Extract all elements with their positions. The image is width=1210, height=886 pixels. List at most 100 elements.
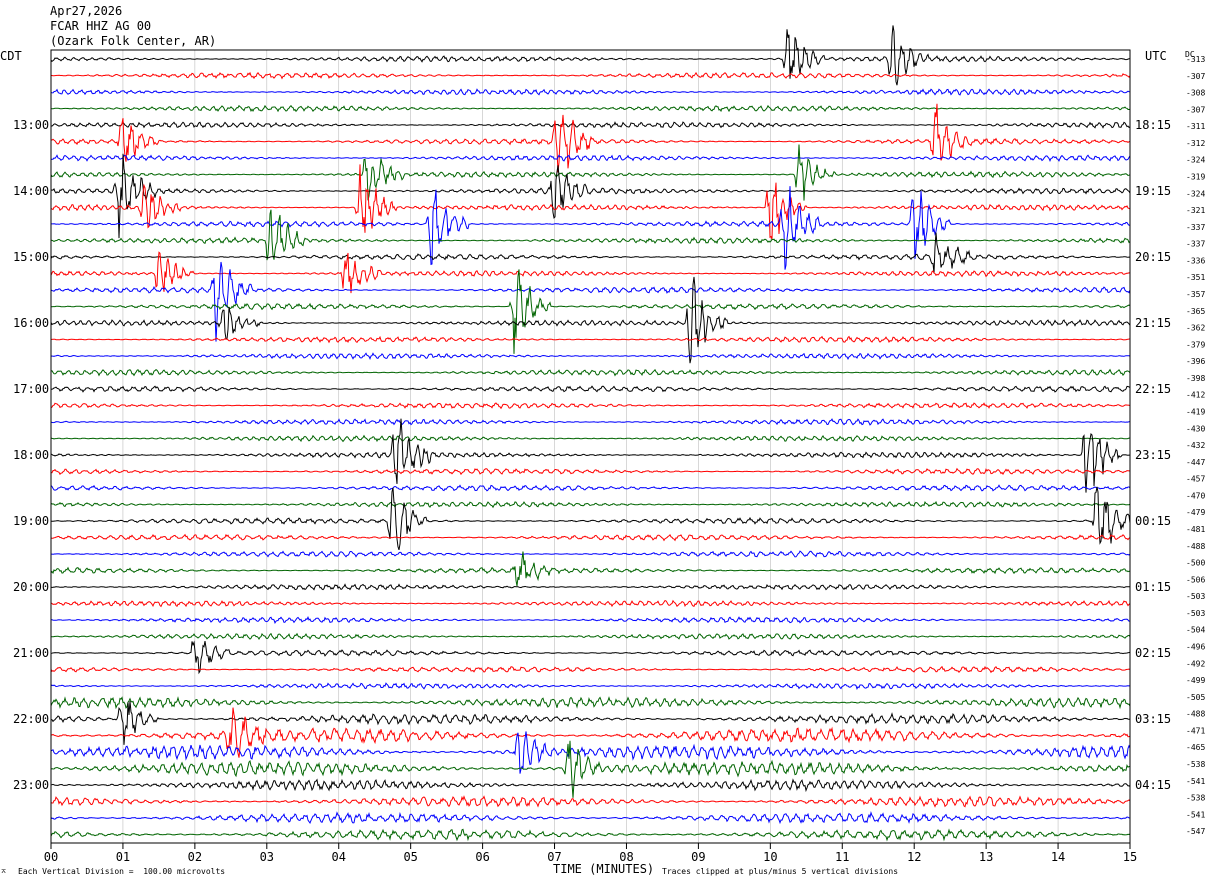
trace-line (50, 632, 1131, 640)
dc-offset-label: -499 (1186, 676, 1205, 685)
trace-line (50, 418, 1131, 426)
dc-offset-label: -324 (1186, 189, 1205, 198)
header-date: Apr27,2026 (50, 4, 123, 18)
trace-line (50, 551, 1131, 587)
x-tick-label: 02 (188, 850, 202, 864)
dc-offset-label: -538 (1186, 794, 1205, 803)
cdt-time-label: 21:00 (13, 646, 49, 660)
dc-offset-label: -324 (1186, 156, 1205, 165)
dc-offset-label: -312 (1186, 139, 1205, 148)
dc-offset-label: -541 (1186, 777, 1205, 786)
trace-line (50, 583, 1131, 591)
dc-offset-label: -506 (1186, 575, 1205, 584)
cdt-time-label: 19:00 (13, 514, 49, 528)
cdt-time-label: 18:00 (13, 448, 49, 462)
utc-time-label: 23:15 (1135, 448, 1171, 462)
trace-line (50, 251, 1131, 294)
trace-line (50, 121, 1131, 129)
trace-line (50, 88, 1131, 96)
cdt-time-label: 20:00 (13, 580, 49, 594)
dc-offset-label: -447 (1186, 458, 1205, 467)
dc-offset-labels: DC-313-307-308-307-311-312-324-319-324-3… (1185, 50, 1205, 836)
trace-line (50, 418, 1130, 493)
header-location: (Ozark Folk Center, AR) (50, 34, 217, 48)
trace-line (51, 550, 1131, 558)
dc-offset-label: -479 (1186, 508, 1205, 517)
x-axis-ticks: 00 01 02 03 04 05 06 07 08 09 10 11 12 13 14 15 (44, 843, 1137, 864)
cdt-time-label: 22:00 (13, 712, 49, 726)
footer-clip-note: Traces clipped at plus/minus 5 vertical … (662, 867, 899, 876)
trace-line (50, 778, 1131, 793)
x-tick-label: 11 (835, 850, 849, 864)
x-tick-label: 04 (332, 850, 346, 864)
cdt-time-label: 23:00 (13, 778, 49, 792)
cdt-time-label: 14:00 (13, 184, 49, 198)
dc-offset-label: -430 (1186, 424, 1205, 433)
dc-offset-label: -503 (1186, 609, 1205, 618)
x-tick-label: 13 (979, 850, 993, 864)
utc-time-label: 18:15 (1135, 118, 1171, 132)
utc-time-label: 19:15 (1135, 184, 1171, 198)
trace-line (50, 640, 1131, 675)
corner-mark: ⌅ (1, 866, 7, 876)
x-tick-label: 01 (116, 850, 130, 864)
utc-time-labels: UTC 18:15 19:15 20:15 21:15 22:15 23:15 00:15 01… (1135, 49, 1171, 792)
dc-offset-label: -500 (1186, 559, 1205, 568)
trace-line (50, 153, 1131, 239)
dc-offset-label: -412 (1186, 391, 1205, 400)
minute-grid (122, 50, 1059, 843)
trace-line (50, 385, 1131, 393)
cdt-time-label: 17:00 (13, 382, 49, 396)
trace-line (50, 154, 1131, 162)
dc-offset-label: -505 (1186, 693, 1205, 702)
trace-line (50, 707, 1131, 758)
utc-time-label: 20:15 (1135, 250, 1171, 264)
dc-offset-label: -488 (1186, 542, 1205, 551)
dc-offset-label: -470 (1186, 491, 1205, 500)
trace-line (50, 103, 1131, 173)
trace-line (50, 811, 1131, 825)
dc-offset-label: -471 (1186, 726, 1205, 735)
dc-offset-label: -465 (1186, 743, 1205, 752)
cdt-time-label: 16:00 (13, 316, 49, 330)
utc-time-label: 02:15 (1135, 646, 1171, 660)
trace-line (51, 335, 1130, 344)
dc-offset-label: -311 (1186, 122, 1205, 131)
trace-line (50, 484, 1131, 492)
x-tick-label: 09 (691, 850, 705, 864)
dc-offset-label: -379 (1186, 340, 1205, 349)
trace-line (50, 795, 1131, 808)
trace-line (50, 352, 1131, 361)
dc-offset-label: -541 (1186, 810, 1205, 819)
trace-line (50, 500, 1131, 509)
x-tick-label: 12 (907, 850, 921, 864)
trace-line (50, 368, 1131, 377)
utc-label: UTC (1145, 49, 1167, 63)
dc-offset-label: -307 (1186, 72, 1205, 81)
dc-offset-label: -481 (1186, 525, 1205, 534)
trace-line (50, 467, 1131, 476)
dc-offset-label: -503 (1186, 592, 1205, 601)
dc-offset-label: -321 (1186, 206, 1205, 215)
utc-time-label: 21:15 (1135, 316, 1171, 330)
dc-offset-label: -337 (1186, 223, 1205, 232)
trace-line (50, 434, 1131, 443)
dc-offset-label: -488 (1186, 710, 1205, 719)
dc-offset-label: -337 (1186, 240, 1205, 249)
x-tick-label: 10 (763, 850, 777, 864)
trace-line (50, 599, 1131, 608)
trace-line (50, 828, 1131, 842)
helicorder-plot: 00 01 02 03 04 05 06 07 08 09 10 11 12 13 14 15 CDT13:0… (0, 25, 1205, 864)
trace-line (50, 696, 1131, 710)
seismic-traces (50, 25, 1131, 842)
cdt-time-labels: CDT 13:00 14:00 15:00 16:00 17:00 18:00 19:00 20… (0, 49, 49, 792)
dc-offset-label: -504 (1186, 626, 1205, 635)
dc-offset-label: -307 (1186, 105, 1205, 114)
utc-time-label: 04:15 (1135, 778, 1171, 792)
dc-offset-label: -319 (1186, 173, 1205, 182)
dc-offset-label: -432 (1186, 441, 1205, 450)
cdt-label: CDT (0, 49, 22, 63)
x-tick-label: 00 (44, 850, 58, 864)
x-tick-label: 03 (260, 850, 274, 864)
x-tick-label: 14 (1051, 850, 1065, 864)
